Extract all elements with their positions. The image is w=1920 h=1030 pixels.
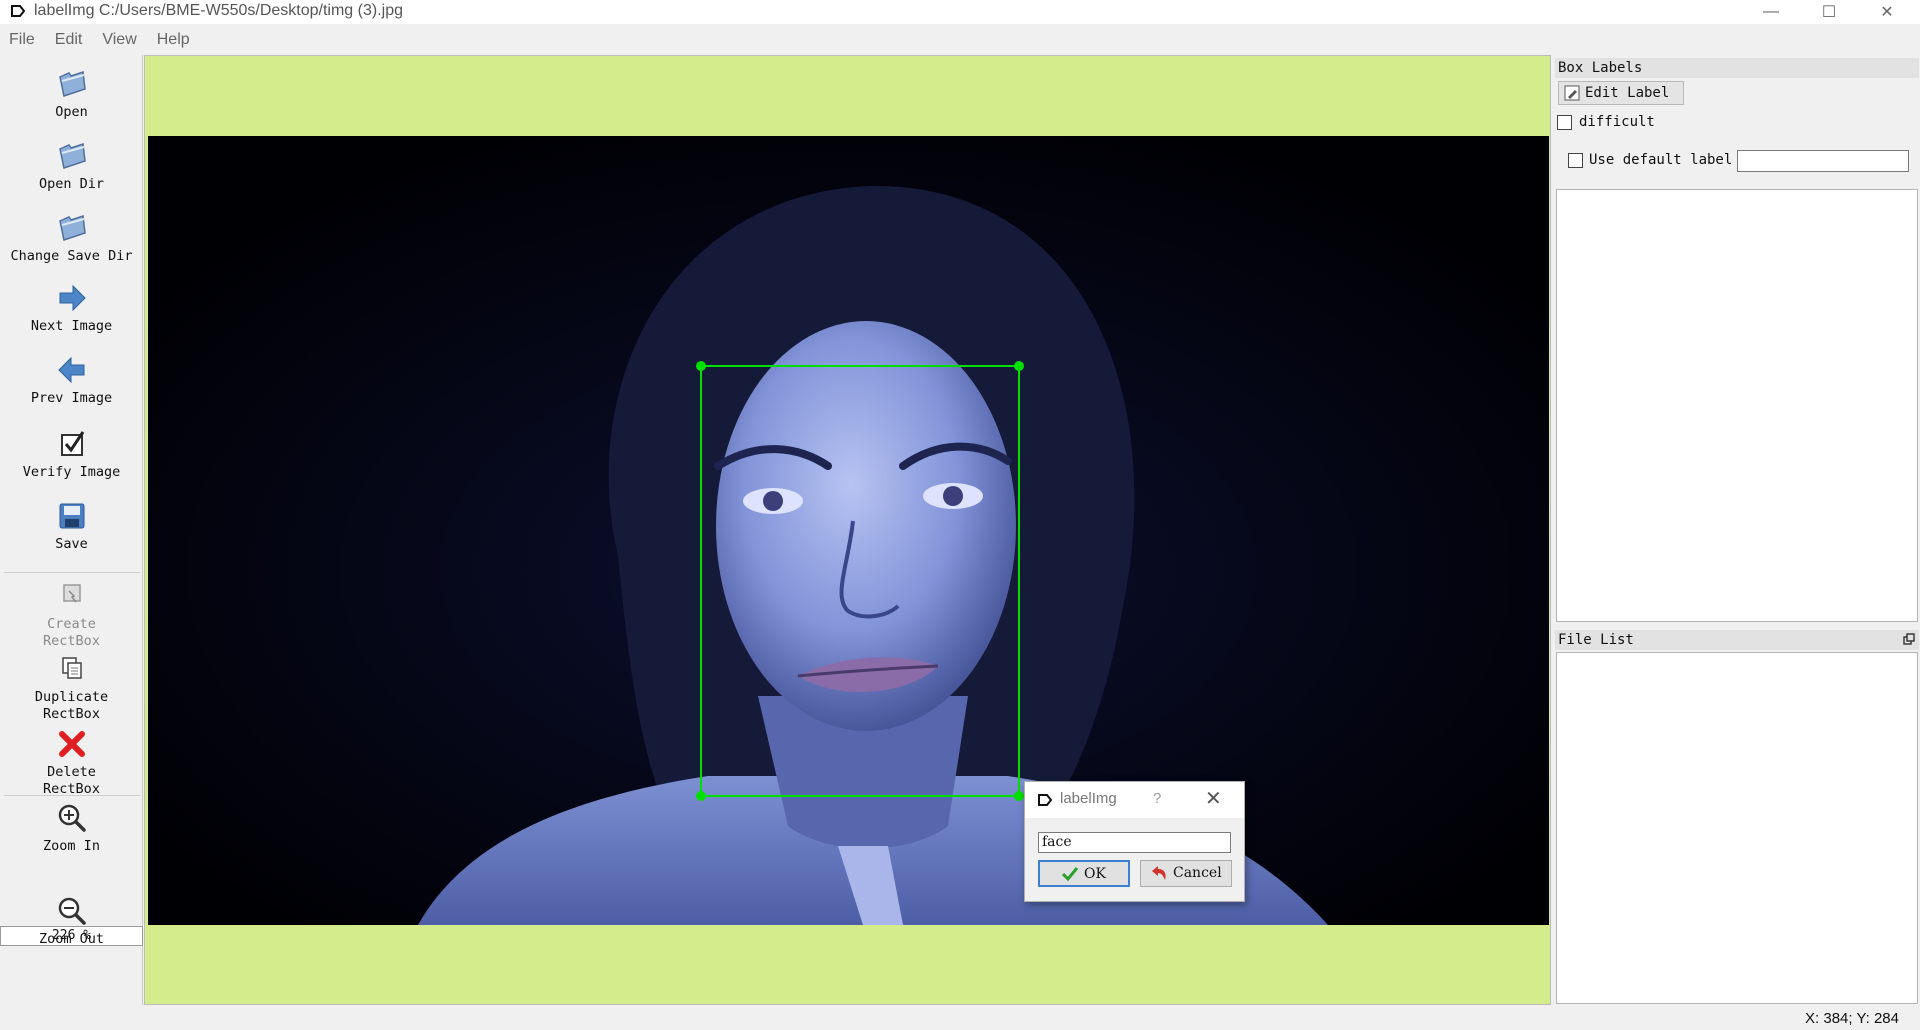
delete-rectbox-label: Delete RectBox xyxy=(43,764,100,797)
checkbox-check-icon xyxy=(60,431,84,456)
close-button[interactable]: ✕ xyxy=(1858,0,1916,24)
prev-image-button[interactable]: Prev Image xyxy=(0,353,143,407)
ok-button[interactable]: OK xyxy=(1038,860,1130,887)
open-label: Open xyxy=(55,104,88,120)
menu-file[interactable]: File xyxy=(0,31,46,49)
next-image-label: Next Image xyxy=(30,318,113,334)
app-logo-icon xyxy=(11,5,26,17)
status-bar: X: 384; Y: 284 xyxy=(0,1005,1920,1030)
floppy-save-icon xyxy=(59,503,84,529)
ok-label: OK xyxy=(1084,866,1106,882)
use-default-label-text: Use default label xyxy=(1589,152,1733,168)
open-dir-label: Open Dir xyxy=(38,176,105,192)
difficult-checkbox[interactable] xyxy=(1557,115,1572,130)
dialog-help-button[interactable]: ? xyxy=(1153,790,1161,807)
cancel-label: Cancel xyxy=(1173,865,1222,881)
menu-view[interactable]: View xyxy=(93,31,147,49)
dialog-title: labelImg xyxy=(1060,790,1117,807)
open-button[interactable]: Open xyxy=(0,67,143,121)
toolbar-separator xyxy=(4,795,140,796)
file-list-title-text: File List xyxy=(1558,632,1634,648)
edit-pencil-icon xyxy=(1564,85,1580,101)
cursor-coordinates: X: 384; Y: 284 xyxy=(1805,1010,1899,1027)
zoom-out-icon xyxy=(58,897,86,925)
zoom-in-button[interactable]: Zoom In xyxy=(0,801,143,855)
delete-x-icon xyxy=(58,731,85,757)
prev-image-label: Prev Image xyxy=(30,390,113,406)
duplicate-icon xyxy=(61,657,82,679)
float-dock-icon[interactable] xyxy=(1903,633,1915,645)
default-label-input[interactable] xyxy=(1737,150,1909,172)
edit-label-button[interactable]: Edit Label xyxy=(1558,81,1684,105)
open-dir-button[interactable]: Open Dir xyxy=(0,139,143,193)
image-canvas[interactable] xyxy=(144,55,1551,1005)
menu-help[interactable]: Help xyxy=(148,31,201,49)
portrait-image xyxy=(148,136,1549,925)
save-label: Save xyxy=(55,536,88,552)
cancel-button[interactable]: Cancel xyxy=(1140,860,1232,887)
folder-icon xyxy=(58,142,86,169)
undo-arrow-icon xyxy=(1152,866,1166,880)
verify-image-label: Verify Image xyxy=(22,464,121,480)
create-rectbox-icon xyxy=(62,584,81,603)
duplicate-rectbox-button[interactable]: Duplicate RectBox xyxy=(0,652,143,723)
dialog-title-bar: labelImg ? ✕ xyxy=(1025,782,1244,818)
save-button[interactable]: Save xyxy=(0,499,143,553)
create-rectbox-label: Create RectBox xyxy=(43,616,100,649)
zoom-out-button[interactable]: Zoom Out xyxy=(0,894,143,948)
zoom-in-label: Zoom In xyxy=(43,838,100,854)
annotated-photo xyxy=(148,136,1549,925)
zoom-in-icon xyxy=(58,804,86,832)
maximize-button[interactable]: ☐ xyxy=(1800,0,1858,24)
arrow-left-icon xyxy=(57,356,84,384)
create-rectbox-button[interactable]: Create RectBox xyxy=(0,579,143,650)
change-save-dir-label: Change Save Dir xyxy=(10,248,133,264)
label-list[interactable] xyxy=(1556,189,1918,622)
dialog-close-button[interactable]: ✕ xyxy=(1205,786,1222,811)
delete-rectbox-button[interactable]: Delete RectBox xyxy=(0,727,143,798)
difficult-label: difficult xyxy=(1579,114,1655,130)
label-input[interactable]: face xyxy=(1038,832,1231,853)
arrow-right-icon xyxy=(59,284,86,312)
window-title: labelImg C:/Users/BME-W550s/Desktop/timg… xyxy=(34,2,403,19)
right-dock: Box Labels Edit Label difficult Use defa… xyxy=(1554,55,1920,1005)
app-logo-icon xyxy=(1038,794,1053,806)
minimize-button[interactable]: — xyxy=(1742,0,1800,24)
file-list-title: File List xyxy=(1555,630,1919,650)
label-dialog: labelImg ? ✕ face OK Cancel xyxy=(1024,781,1245,902)
use-default-label-checkbox[interactable] xyxy=(1568,153,1583,168)
title-bar: labelImg C:/Users/BME-W550s/Desktop/timg… xyxy=(0,0,1920,24)
folder-icon xyxy=(58,214,86,241)
file-list[interactable] xyxy=(1556,652,1918,1004)
change-save-dir-button[interactable]: Change Save Dir xyxy=(0,211,143,265)
verify-image-button[interactable]: Verify Image xyxy=(0,427,143,481)
duplicate-rectbox-label: Duplicate RectBox xyxy=(34,689,109,722)
toolbar-separator xyxy=(4,572,140,573)
menu-edit[interactable]: Edit xyxy=(46,31,94,49)
menu-bar: File Edit View Help xyxy=(0,26,1920,54)
folder-icon xyxy=(58,70,86,97)
box-labels-title: Box Labels xyxy=(1555,58,1919,78)
next-image-button[interactable]: Next Image xyxy=(0,281,143,335)
edit-label-text: Edit Label xyxy=(1585,85,1670,101)
zoom-out-label: Zoom Out xyxy=(38,931,105,947)
checkmark-icon xyxy=(1062,867,1078,881)
left-toolbar: Open Open Dir Change Save Dir Next Image… xyxy=(0,55,143,1005)
